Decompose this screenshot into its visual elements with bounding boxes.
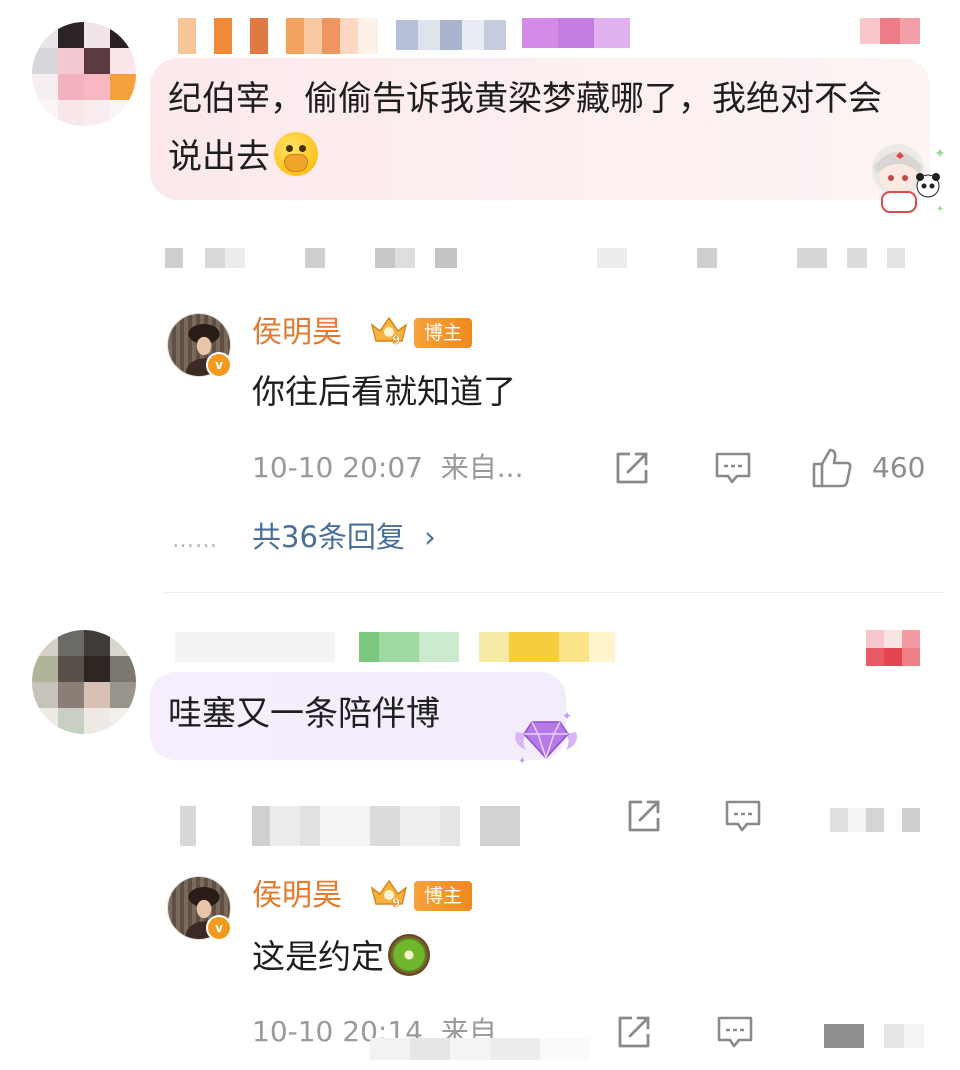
reply-username[interactable]: 侯明昊 — [252, 876, 342, 916]
anime-girl-panda-sticker-icon: ✦ ✦ — [872, 144, 946, 215]
share-icon[interactable] — [614, 1012, 654, 1052]
vip-crown-icon: 9 — [370, 879, 408, 910]
blurred-like-button[interactable] — [866, 630, 920, 666]
comment-text: 哇塞又一条陪伴博 — [168, 694, 440, 734]
blurred-comment-meta — [165, 248, 945, 270]
like-count: 460 — [872, 451, 926, 484]
reply-source: 来自... — [440, 451, 524, 484]
blurred-username[interactable] — [175, 632, 615, 662]
reply-username[interactable]: 侯明昊 — [252, 313, 342, 353]
blurred-like-count — [830, 808, 920, 832]
reply-timestamp: 10-10 20:07 来自... — [252, 451, 524, 484]
svg-text:✦: ✦ — [518, 756, 526, 766]
verified-badge-icon: v — [206, 352, 232, 378]
chevron-right-icon: › — [424, 520, 436, 554]
blurred-user-badge — [396, 20, 506, 50]
comment-icon[interactable] — [714, 1012, 756, 1052]
comment-icon[interactable] — [722, 796, 764, 836]
kiwi-fruit-icon — [388, 934, 430, 976]
blogger-badge: 博主 — [414, 881, 473, 911]
blurred-like-button[interactable] — [860, 18, 920, 44]
diamond-gem-icon: ✦ ✦ — [515, 709, 577, 766]
blurred-like-count — [824, 1024, 924, 1048]
svg-text:9: 9 — [392, 896, 400, 910]
verified-badge-icon: v — [206, 915, 232, 941]
more-replies-link[interactable]: 共36条回复 › — [252, 518, 436, 556]
svg-text:✦: ✦ — [562, 709, 572, 723]
more-replies-dots: …… — [172, 528, 218, 553]
blurred-source — [370, 1038, 590, 1060]
divider — [165, 592, 945, 593]
blurred-username[interactable] — [178, 18, 378, 54]
svg-text:✦: ✦ — [936, 204, 944, 215]
blogger-badge: 博主 — [414, 318, 473, 348]
reply-text: 你往后看就知道了 — [252, 372, 516, 411]
like-icon[interactable] — [810, 446, 854, 490]
blurred-avatar[interactable] — [32, 22, 136, 126]
reply-text: 这是约定 — [252, 934, 430, 979]
blurred-comment-meta — [180, 806, 520, 846]
share-icon[interactable] — [612, 448, 652, 488]
shushing-face-icon — [274, 132, 318, 176]
comment-text: 纪伯宰，偷偷告诉我黄梁梦藏哪了，我绝对不会说出去 — [168, 79, 882, 177]
svg-text:✦: ✦ — [934, 146, 946, 162]
vip-crown-icon: 9 — [370, 316, 408, 347]
comment-icon[interactable] — [712, 448, 754, 488]
blurred-vip-badge — [522, 18, 630, 48]
share-icon[interactable] — [624, 796, 664, 836]
svg-text:9: 9 — [392, 333, 400, 347]
blurred-avatar[interactable] — [32, 630, 136, 734]
